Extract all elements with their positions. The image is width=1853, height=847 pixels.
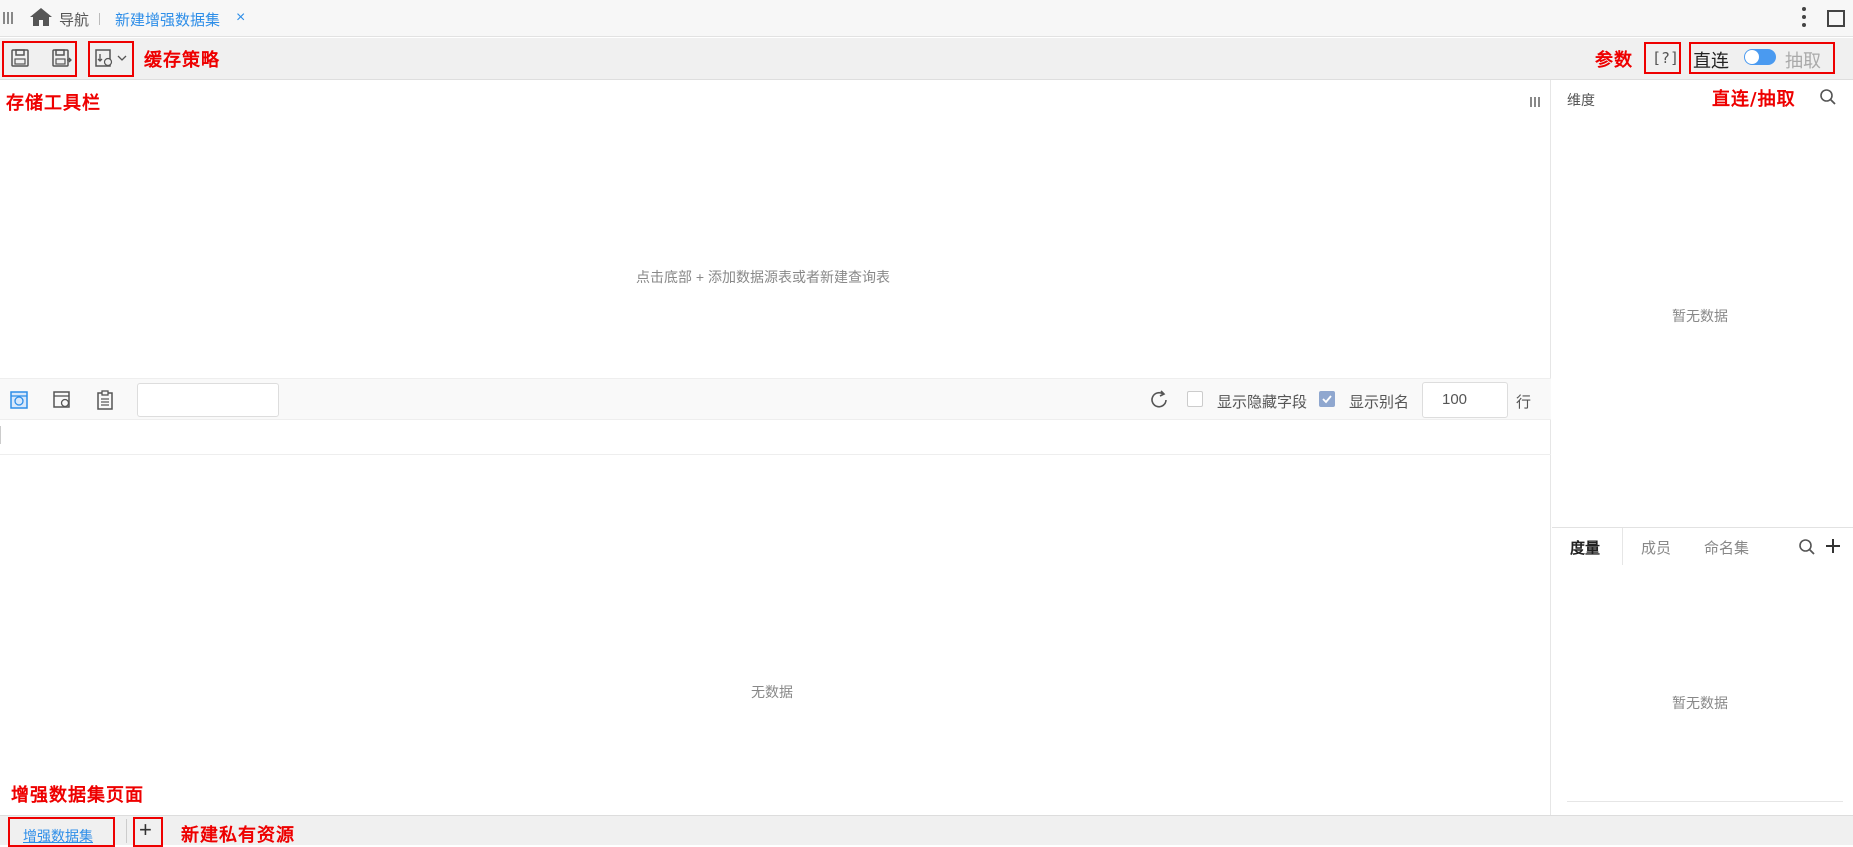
direct-label[interactable]: 直连 [1693, 47, 1729, 73]
nav-tab-label[interactable]: 导航 [59, 9, 89, 30]
dimension-title: 维度 [1567, 92, 1595, 108]
tab-new-enhanced-dataset[interactable]: 新建增强数据集 [115, 9, 220, 30]
cache-strategy-icon[interactable] [94, 48, 130, 68]
panel-divider [1567, 801, 1843, 802]
add-resource-button[interactable]: + [139, 817, 152, 843]
grid-empty-text: 无数据 [751, 684, 793, 700]
close-tab-icon[interactable]: × [236, 9, 245, 27]
save-as-icon[interactable] [51, 48, 73, 68]
data-preview-toolbar: 显示隐藏字段 显示别名 100 行 [0, 378, 1551, 420]
show-hidden-label: 显示隐藏字段 [1217, 394, 1308, 411]
measure-tabs: 度量 成员 命名集 [1552, 527, 1853, 565]
measure-empty-text: 暂无数据 [1672, 695, 1728, 711]
more-vertical-icon[interactable] [1799, 7, 1809, 29]
check-icon [1322, 395, 1332, 404]
enhanced-page-annotation: 增强数据集页面 [11, 785, 144, 806]
tab-members[interactable]: 成员 [1641, 537, 1671, 558]
extract-label[interactable]: 抽取 [1785, 47, 1821, 73]
bottom-separator [126, 819, 127, 843]
tab-separator [99, 13, 100, 25]
refresh-icon[interactable] [1148, 389, 1170, 411]
home-icon[interactable] [29, 6, 53, 28]
show-alias-label: 显示别名 [1349, 394, 1410, 411]
storage-toolbar-annotation: 存储工具栏 [6, 93, 101, 114]
dimension-empty-text: 暂无数据 [1672, 308, 1728, 324]
add-resource-annotation: 新建私有资源 [181, 825, 295, 846]
tab-named-sets[interactable]: 命名集 [1704, 537, 1749, 558]
add-measure-icon[interactable] [1824, 537, 1842, 555]
save-icon[interactable] [10, 48, 30, 68]
cache-strategy-annotation: 缓存策略 [144, 50, 220, 71]
tab-measure[interactable]: 度量 [1570, 537, 1600, 558]
fields-side-panel: 维度 直连/抽取 暂无数据 度量 成员 命名集 暂无数据 [1552, 80, 1853, 815]
field-filter-input[interactable] [137, 383, 279, 417]
show-alias-checkbox[interactable] [1319, 391, 1335, 407]
show-hidden-checkbox[interactable] [1187, 391, 1203, 407]
panel-grip-icon[interactable] [1530, 97, 1540, 107]
rows-unit-label: 行 [1516, 394, 1532, 411]
maximize-icon[interactable] [1827, 10, 1845, 27]
tab-enhanced-dataset[interactable]: 增强数据集 [23, 826, 93, 846]
canvas-hint: 点击底部 + 添加数据源表或者新建查询表 [636, 269, 890, 285]
params-annotation: 参数 [1595, 50, 1633, 71]
dataset-canvas-area: 存储工具栏 点击底部 + 添加数据源表或者新建查询表 显示隐藏字段 显示别名 1… [0, 80, 1551, 815]
data-preview-icon[interactable] [9, 390, 29, 410]
direct-extract-annotation: 直连/抽取 [1712, 89, 1796, 110]
dimension-search-icon[interactable] [1819, 88, 1837, 106]
field-settings-icon[interactable] [52, 390, 72, 410]
measure-search-icon[interactable] [1798, 538, 1816, 556]
top-tab-bar: 导航 新建增强数据集 × [0, 0, 1853, 37]
row-count-input[interactable]: 100 [1422, 382, 1508, 418]
main-toolbar: 缓存策略 参数 [?] 直连 抽取 [0, 38, 1853, 80]
bottom-tab-bar: 增强数据集 + 新建私有资源 [0, 815, 1853, 847]
grid-header [0, 420, 1551, 455]
params-icon[interactable]: [?] [1652, 49, 1679, 67]
clipboard-icon[interactable] [95, 389, 115, 411]
menu-grip-icon[interactable] [3, 12, 15, 25]
mode-toggle[interactable] [1744, 49, 1776, 65]
